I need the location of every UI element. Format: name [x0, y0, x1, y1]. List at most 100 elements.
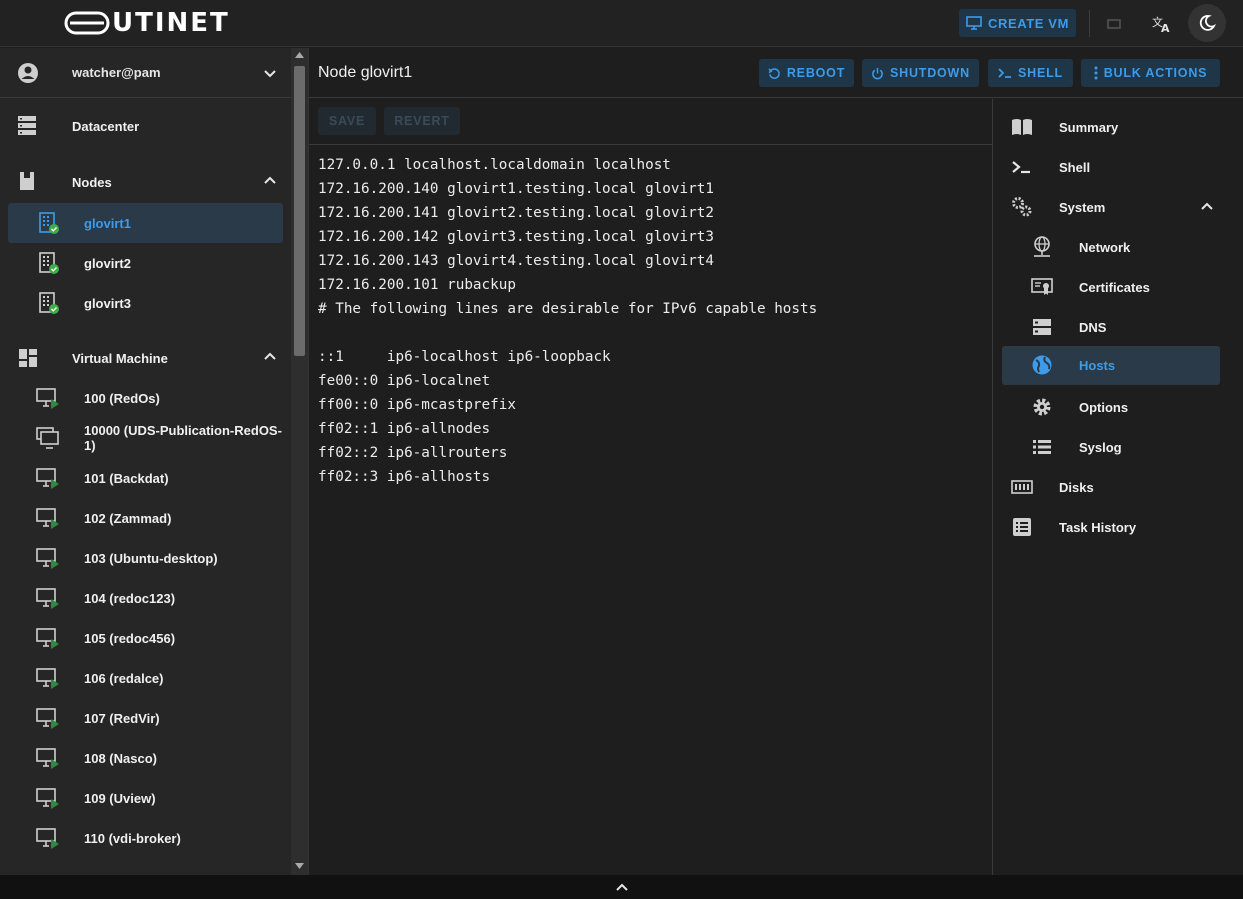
sidebar-scrollbar[interactable] [291, 48, 308, 875]
cogs-icon [1012, 197, 1032, 217]
user-name: watcher@pam [72, 65, 161, 80]
hosts-file-line: 172.16.200.143 glovirt4.testing.local gl… [318, 253, 714, 269]
sidebar-section-virtual-machine[interactable]: Virtual Machine [0, 338, 291, 378]
scrollbar-thumb[interactable] [294, 66, 305, 356]
nav-item-label: Summary [1059, 119, 1119, 135]
hosts-file-line: fe00::0 ip6-localnet [318, 373, 491, 389]
create-vm-button[interactable]: CREATE VM [959, 9, 1076, 37]
hosts-file-line: 172.16.200.101 rubackup [318, 277, 516, 293]
nav-item-syslog[interactable]: Syslog [1002, 428, 1220, 466]
sidebar-section-nodes[interactable]: Nodes [0, 162, 291, 202]
vm-label: 106 (redalce) [84, 670, 164, 686]
vm-label: 10000 (UDS-Publication-RedOS-1) [84, 423, 282, 453]
theme-toggle-button[interactable] [1188, 4, 1226, 42]
sidebar-vm-item[interactable]: 106 (redalce) [0, 658, 291, 698]
hosts-file-line: # The following lines are desirable for … [318, 301, 818, 317]
nav-item-label: Disks [1059, 479, 1094, 495]
language-button[interactable]: 文 A [1146, 8, 1178, 40]
logo-mark-icon [64, 11, 110, 35]
nav-item-disks[interactable]: Disks [1002, 468, 1220, 506]
user-menu[interactable]: watcher@pam [0, 48, 291, 98]
chevron-down-icon [264, 70, 276, 78]
nav-item-label: DNS [1079, 319, 1107, 335]
scroll-down-icon[interactable] [295, 863, 304, 869]
sidebar-item-datacenter[interactable]: Datacenter [0, 106, 291, 146]
revert-button[interactable]: REVERT [384, 107, 460, 135]
sidebar-node-glovirt3[interactable]: glovirt3 [0, 283, 291, 323]
sidebar-vm-item[interactable]: 104 (redoc123) [0, 578, 291, 618]
logo-text: UTINET [112, 8, 230, 38]
moon-icon [1199, 15, 1216, 31]
hosts-file-editor[interactable]: 127.0.0.1 localhost.localdomain localhos… [318, 153, 978, 489]
sidebar-vm-item[interactable]: 103 (Ubuntu-desktop) [0, 538, 291, 578]
nav-item-label: Hosts [1079, 358, 1116, 373]
save-button[interactable]: SAVE [318, 107, 376, 135]
disk-icon [1011, 480, 1033, 494]
node-label: glovirt3 [84, 295, 131, 311]
sidebar-vm-item[interactable]: 102 (Zammad) [0, 498, 291, 538]
vm-running-icon [36, 748, 59, 769]
datacenter-icon [18, 116, 36, 135]
nav-item-label: Task History [1059, 519, 1137, 535]
shell-button[interactable]: SHELL [988, 59, 1073, 87]
nav-item-task-history[interactable]: Task History [1002, 508, 1220, 546]
nav-item-certificates[interactable]: Certificates [1002, 268, 1220, 306]
sidebar-node-glovirt1[interactable]: glovirt1 [8, 203, 283, 243]
chevron-up-icon [264, 176, 276, 184]
shutdown-button[interactable]: SHUTDOWN [862, 59, 979, 87]
sidebar-vm-item[interactable]: 101 (Backdat) [0, 458, 291, 498]
nav-item-system[interactable]: System [1002, 188, 1220, 226]
vm-label: 100 (RedOs) [84, 390, 160, 406]
nav-item-hosts[interactable]: Hosts [1002, 346, 1220, 385]
window-toggle-button[interactable] [1098, 8, 1130, 40]
sidebar-vm-item[interactable]: 108 (Nasco) [0, 738, 291, 778]
reboot-button[interactable]: REBOOT [759, 59, 854, 87]
revert-label: REVERT [394, 114, 450, 128]
hosts-file-line: ff00::0 ip6-mcastprefix [318, 397, 516, 413]
sidebar-vm-item[interactable]: 10000 (UDS-Publication-RedOS-1) [0, 418, 291, 458]
book-open-icon [1012, 119, 1032, 135]
nodes-icon [20, 172, 34, 190]
nav-item-label: Options [1079, 399, 1129, 415]
svg-text:A: A [1161, 22, 1170, 33]
more-vertical-icon [1094, 66, 1098, 80]
console-icon [998, 68, 1011, 78]
sidebar-vm-item[interactable]: 109 (Uview) [0, 778, 291, 818]
vm-label: 109 (Uview) [84, 790, 156, 806]
nav-item-shell[interactable]: Shell [1002, 148, 1220, 186]
main-header: Node glovirt1 REBOOT SHUTDOWN SHELL BULK… [309, 48, 1243, 98]
nav-item-network[interactable]: Network [1002, 228, 1220, 266]
chevron-up-icon [264, 352, 276, 360]
node-label: glovirt1 [84, 215, 131, 231]
nav-item-label: Shell [1059, 159, 1091, 175]
sidebar-vm-item[interactable]: 105 (redoc456) [0, 618, 291, 658]
chevron-up-icon [1201, 202, 1213, 210]
nav-item-options[interactable]: Options [1002, 388, 1220, 426]
vm-label: 101 (Backdat) [84, 470, 169, 486]
nav-item-summary[interactable]: Summary [1002, 108, 1220, 146]
hosts-file-line: 172.16.200.141 glovirt2.testing.local gl… [318, 205, 714, 221]
sidebar-section-label: Virtual Machine [72, 350, 168, 366]
scroll-up-icon[interactable] [295, 52, 304, 58]
vm-label: 107 (RedVir) [84, 710, 160, 726]
sidebar-vm-item[interactable]: 110 (vdi-broker) [0, 818, 291, 858]
sidebar-node-glovirt2[interactable]: glovirt2 [0, 243, 291, 283]
nav-item-dns[interactable]: DNS [1002, 308, 1220, 346]
bulk-actions-button[interactable]: BULK ACTIONS [1081, 59, 1220, 87]
sidebar-section-label: Nodes [72, 174, 112, 190]
gear-icon [1033, 398, 1051, 416]
app-logo[interactable]: UTINET [64, 10, 230, 36]
sidebar-vm-item[interactable]: 107 (RedVir) [0, 698, 291, 738]
bottom-drawer-toggle[interactable] [0, 875, 1243, 899]
chevron-up-icon [615, 883, 628, 891]
toolbar-divider [1089, 10, 1090, 37]
vm-label: 102 (Zammad) [84, 510, 172, 526]
dashboard-icon [19, 349, 37, 367]
nav-item-label: Syslog [1079, 439, 1122, 455]
translate-icon: 文 A [1152, 15, 1170, 33]
sidebar: watcher@pam Datacenter Nodes glovirt1 gl… [0, 48, 291, 875]
hosts-file-line: ff02::1 ip6-allnodes [318, 421, 491, 437]
restart-icon [768, 67, 780, 79]
sidebar-vm-item[interactable]: 100 (RedOs) [0, 378, 291, 418]
nav-item-label: Network [1079, 239, 1131, 255]
